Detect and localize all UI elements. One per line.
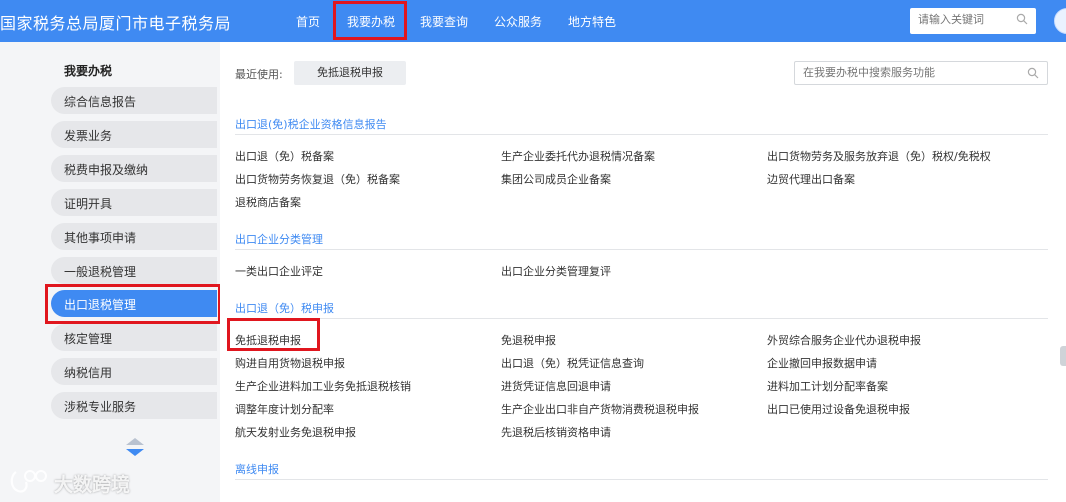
sidebar-item-label: 证明开具 [64,197,113,211]
service-link[interactable]: 生产企业进料加工业务免抵退税核销 [235,378,411,394]
sidebar-item-label: 发票业务 [64,129,113,143]
sidebar-item-assessment[interactable]: 核定管理 [51,324,217,351]
sidebar-item-professional-service[interactable]: 涉税专业服务 [51,392,217,419]
sidebar-highlight-box [45,284,221,324]
search-icon[interactable] [1016,13,1028,25]
sidebar-item-credit[interactable]: 纳税信用 [51,358,217,385]
sidebar-heading: 我要办税 [64,64,113,78]
service-link[interactable]: 外贸综合服务企业代办退税申报 [767,332,921,348]
service-link[interactable]: 调整年度计划分配率 [235,401,334,417]
section-title-qualification: 出口退(免)税企业资格信息报告 [235,118,387,131]
service-search-input[interactable] [803,66,1013,79]
nav-local-features[interactable]: 地方特色 [568,13,616,30]
service-search [794,61,1048,85]
sidebar-item-invoice[interactable]: 发票业务 [51,121,217,148]
service-link[interactable]: 航天发射业务免退税申报 [235,424,356,440]
scroll-down-icon[interactable] [126,449,144,456]
recent-item-chip[interactable]: 免抵退税申报 [294,61,406,85]
search-icon[interactable] [1027,67,1039,79]
sidebar-item-label: 核定管理 [64,332,113,346]
watermark-text: 大数跨境 [54,474,131,496]
watermark: 大数跨境 [8,466,148,496]
service-link[interactable]: 出口退（免）税备案 [235,148,334,164]
service-link[interactable]: 生产企业委托代办退税情况备案 [501,148,655,164]
sidebar-item-general-refund[interactable]: 一般退税管理 [51,257,217,284]
sidebar-item-other-requests[interactable]: 其他事项申请 [51,223,217,250]
service-link[interactable]: 进料加工计划分配率备案 [767,378,888,394]
header-search [910,8,1036,34]
nav-query[interactable]: 我要查询 [420,13,468,30]
sidebar-item-label: 综合信息报告 [64,95,137,109]
sidebar-item-label: 纳税信用 [64,366,113,380]
service-link[interactable]: 出口已使用过设备免退税申报 [767,401,910,417]
service-link[interactable]: 进货凭证信息回退申请 [501,378,611,394]
scroll-up-icon[interactable] [126,438,144,445]
service-link[interactable]: 免退税申报 [501,332,556,348]
section-divider [235,249,1048,250]
sidebar-item-label: 涉税专业服务 [64,400,137,414]
nav-public-service[interactable]: 公众服务 [494,13,542,30]
side-handle[interactable] [1060,346,1066,366]
main-panel: 最近使用: 免抵退税申报 出口退(免)税企业资格信息报告 出口退（免）税备案 生… [220,42,1066,502]
service-link[interactable]: 边贸代理出口备案 [767,171,855,187]
sidebar-item-label: 税费申报及缴纳 [64,163,149,177]
avatar[interactable] [1054,8,1066,34]
service-link[interactable]: 出口货物劳务恢复退（免）税备案 [235,171,400,187]
nav-home[interactable]: 首页 [296,13,320,30]
sidebar-item-label: 一般退税管理 [64,265,137,279]
section-title-declaration: 出口退（免）税申报 [235,302,334,315]
top-header: 国家税务总局厦门市电子税务局 首页 我要办税 我要查询 公众服务 地方特色 [0,0,1066,42]
service-link[interactable]: 企业撤回申报数据申请 [767,355,877,371]
section-title-classification: 出口企业分类管理 [235,233,323,246]
service-link[interactable]: 退税商店备案 [235,194,301,210]
nav-highlight-box [333,1,407,40]
service-link[interactable]: 出口企业分类管理复评 [501,263,611,279]
section-divider [235,318,1048,319]
sidebar: 我要办税 综合信息报告 发票业务 税费申报及缴纳 证明开具 其他事项申请 一般退… [0,42,221,502]
service-link[interactable]: 出口货物劳务及服务放弃退（免）税权/免税权 [767,148,991,164]
sidebar-item-declaration[interactable]: 税费申报及缴纳 [51,155,217,182]
sidebar-item-comprehensive-report[interactable]: 综合信息报告 [51,87,217,114]
service-link[interactable]: 先退税后核销资格申请 [501,424,611,440]
service-link[interactable]: 出口退（免）税凭证信息查询 [501,355,644,371]
section-divider [235,134,1048,135]
service-highlight-box [227,318,320,351]
site-title[interactable]: 国家税务总局厦门市电子税务局 [0,10,231,34]
service-link[interactable]: 生产企业出口非自产货物消费税退税申报 [501,401,699,417]
section-divider [235,479,1048,480]
recent-label: 最近使用: [235,68,283,81]
watermark-logo-icon [10,470,47,493]
service-link[interactable]: 一类出口企业评定 [235,263,323,279]
header-search-input[interactable] [918,13,1014,26]
sidebar-item-certificate[interactable]: 证明开具 [51,189,217,216]
service-link[interactable]: 集团公司成员企业备案 [501,171,611,187]
section-title-offline: 离线申报 [235,463,279,476]
service-link[interactable]: 购进自用货物退税申报 [235,355,345,371]
sidebar-item-label: 其他事项申请 [64,231,137,245]
